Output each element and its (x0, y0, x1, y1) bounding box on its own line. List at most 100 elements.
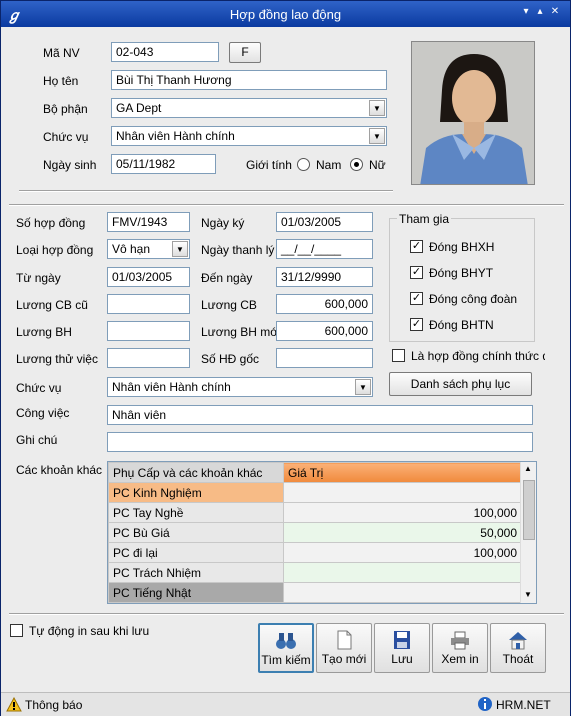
chuc-vu-label: Chức vụ (43, 130, 89, 144)
gender-female-radio[interactable] (350, 158, 363, 171)
table-row[interactable]: PC Trách Nhiệm (108, 562, 522, 583)
scroll-down-icon[interactable]: ▼ (524, 590, 532, 599)
allowances-grid[interactable]: Phụ Cấp và các khoản khác Giá Trị PC Kin… (107, 461, 537, 604)
contract-window: ℊ Hợp đồng lao động ▾ ▴ ✕ Mã NV 02-043 F… (0, 0, 571, 716)
gender-male-radio[interactable] (297, 158, 310, 171)
row-value[interactable] (283, 482, 522, 503)
chevron-down-icon[interactable]: ▼ (172, 241, 188, 257)
ghi-chu-label: Ghi chú (16, 433, 58, 447)
row-name: PC Tay Nghề (108, 502, 284, 523)
ma-nv-field[interactable]: 02-043 (111, 42, 219, 62)
grid-scrollbar[interactable]: ▲ ▼ (520, 462, 536, 603)
luong-thu-viec-field[interactable] (107, 348, 190, 368)
table-row[interactable]: PC Tiếng Nhật (108, 582, 522, 603)
luong-bh-label: Lương BH (16, 325, 72, 339)
loai-hop-dong-value: Vô hạn (112, 242, 151, 256)
exit-label: Thoát (502, 652, 534, 666)
ho-ten-field[interactable]: Bùi Thị Thanh Hương (111, 70, 387, 90)
app-name: HRM.NET (496, 698, 551, 712)
contract-chuc-vu-select[interactable]: Nhân viên Hành chính ▼ (107, 377, 373, 397)
bhxh-label: Đóng BHXH (429, 240, 495, 254)
bhyt-label: Đóng BHYT (429, 266, 494, 280)
cong-viec-value: Nhân viên (112, 408, 167, 422)
ma-nv-label: Mã NV (43, 46, 80, 60)
tu-ngay-label: Từ ngày (16, 271, 61, 285)
row-value[interactable]: 100,000 (283, 542, 522, 563)
contract-chuc-vu-value: Nhân viên Hành chính (112, 380, 231, 394)
preview-label: Xem in (441, 652, 479, 666)
luong-cb-cu-field[interactable] (107, 294, 190, 314)
luong-thu-viec-label: Lương thử việc (16, 352, 98, 366)
cong-doan-checkbox[interactable]: ✓ (410, 292, 423, 305)
luong-bh-moi-field[interactable]: 600,000 (276, 321, 373, 341)
ghi-chu-field[interactable] (107, 432, 533, 452)
tu-ngay-field[interactable]: 01/03/2005 (107, 267, 190, 287)
minimize-icon[interactable]: ▾ (520, 6, 532, 18)
contract-chuc-vu-label: Chức vụ (16, 381, 62, 395)
chevron-down-icon[interactable]: ▼ (355, 379, 371, 395)
table-row[interactable]: PC Kinh Nghiệm (108, 482, 522, 503)
exit-button[interactable]: Thoát (490, 623, 546, 673)
ngay-ky-field[interactable]: 01/03/2005 (276, 212, 373, 232)
bo-phan-select[interactable]: GA Dept ▼ (111, 98, 387, 118)
table-row[interactable]: PC Tay Nghề 100,000 (108, 502, 522, 523)
table-row[interactable]: PC đi lại 100,000 (108, 542, 522, 563)
den-ngay-label: Đến ngày (201, 271, 253, 285)
row-value[interactable] (283, 582, 522, 603)
title-bar: ℊ Hợp đồng lao động ▾ ▴ ✕ (1, 1, 570, 27)
chevron-down-icon[interactable]: ▼ (369, 100, 385, 116)
so-hd-goc-label: Số HĐ gốc (201, 352, 260, 366)
header-gia-tri[interactable]: Giá Trị (283, 462, 522, 483)
danh-sach-phu-luc-button[interactable]: Danh sách phụ lục (389, 372, 532, 396)
official-contract-checkbox[interactable] (392, 349, 405, 362)
row-value[interactable]: 50,000 (283, 522, 522, 543)
bhyt-checkbox[interactable]: ✓ (410, 266, 423, 279)
preview-button[interactable]: Xem in (432, 623, 488, 673)
luong-cb-label: Lương CB (201, 298, 257, 312)
cong-doan-label: Đóng công đoàn (429, 292, 518, 306)
ngay-thanh-ly-field[interactable]: __/__/____ (276, 239, 373, 259)
maximize-icon[interactable]: ▴ (534, 6, 546, 18)
scroll-up-icon[interactable]: ▲ (524, 464, 532, 473)
gioi-tinh-label: Giới tính (246, 158, 292, 172)
new-label: Tạo mới (321, 652, 367, 666)
header-phu-cap[interactable]: Phụ Cấp và các khoản khác (108, 462, 284, 483)
info-icon (478, 697, 492, 711)
home-icon (509, 632, 527, 650)
ngay-sinh-label: Ngày sinh (43, 158, 97, 172)
cac-khoan-khac-label: Các khoản khác (16, 463, 103, 477)
so-hd-goc-field[interactable] (276, 348, 373, 368)
save-label: Lưu (391, 652, 413, 666)
new-button[interactable]: Tạo mới (316, 623, 372, 673)
row-value[interactable]: 100,000 (283, 502, 522, 523)
bhtn-label: Đóng BHTN (429, 318, 494, 332)
auto-print-checkbox[interactable] (10, 624, 23, 637)
chevron-down-icon[interactable]: ▼ (369, 128, 385, 144)
chuc-vu-select[interactable]: Nhân viên Hành chính ▼ (111, 126, 387, 146)
save-button[interactable]: Lưu (374, 623, 430, 673)
ngay-thanh-ly-label: Ngày thanh lý (201, 243, 275, 257)
bhxh-checkbox[interactable]: ✓ (410, 240, 423, 253)
search-button[interactable]: Tìm kiếm (258, 623, 314, 673)
employee-photo (411, 41, 535, 185)
bhtn-checkbox[interactable]: ✓ (410, 318, 423, 331)
loai-hop-dong-label: Loại hợp đồng (16, 243, 94, 257)
ngay-sinh-field[interactable]: 05/11/1982 (111, 154, 216, 174)
loai-hop-dong-select[interactable]: Vô hạn ▼ (107, 239, 190, 259)
luong-bh-field[interactable] (107, 321, 190, 341)
floppy-disk-icon (394, 631, 410, 649)
status-text: Thông báo (25, 698, 83, 712)
close-icon[interactable]: ✕ (549, 6, 561, 18)
printer-icon (451, 631, 469, 650)
ngay-ky-label: Ngày ký (201, 216, 245, 230)
divider (9, 204, 564, 206)
table-row[interactable]: PC Bù Giá 50,000 (108, 522, 522, 543)
den-ngay-field[interactable]: 31/12/9990 (276, 267, 373, 287)
so-hop-dong-field[interactable]: FMV/1943 (107, 212, 190, 232)
row-value[interactable] (283, 562, 522, 583)
scroll-thumb[interactable] (523, 480, 535, 540)
auto-print-label: Tự động in sau khi lưu (29, 624, 150, 638)
luong-cb-field[interactable]: 600,000 (276, 294, 373, 314)
f-button[interactable]: F (229, 42, 261, 63)
cong-viec-field[interactable]: Nhân viên (107, 405, 533, 425)
